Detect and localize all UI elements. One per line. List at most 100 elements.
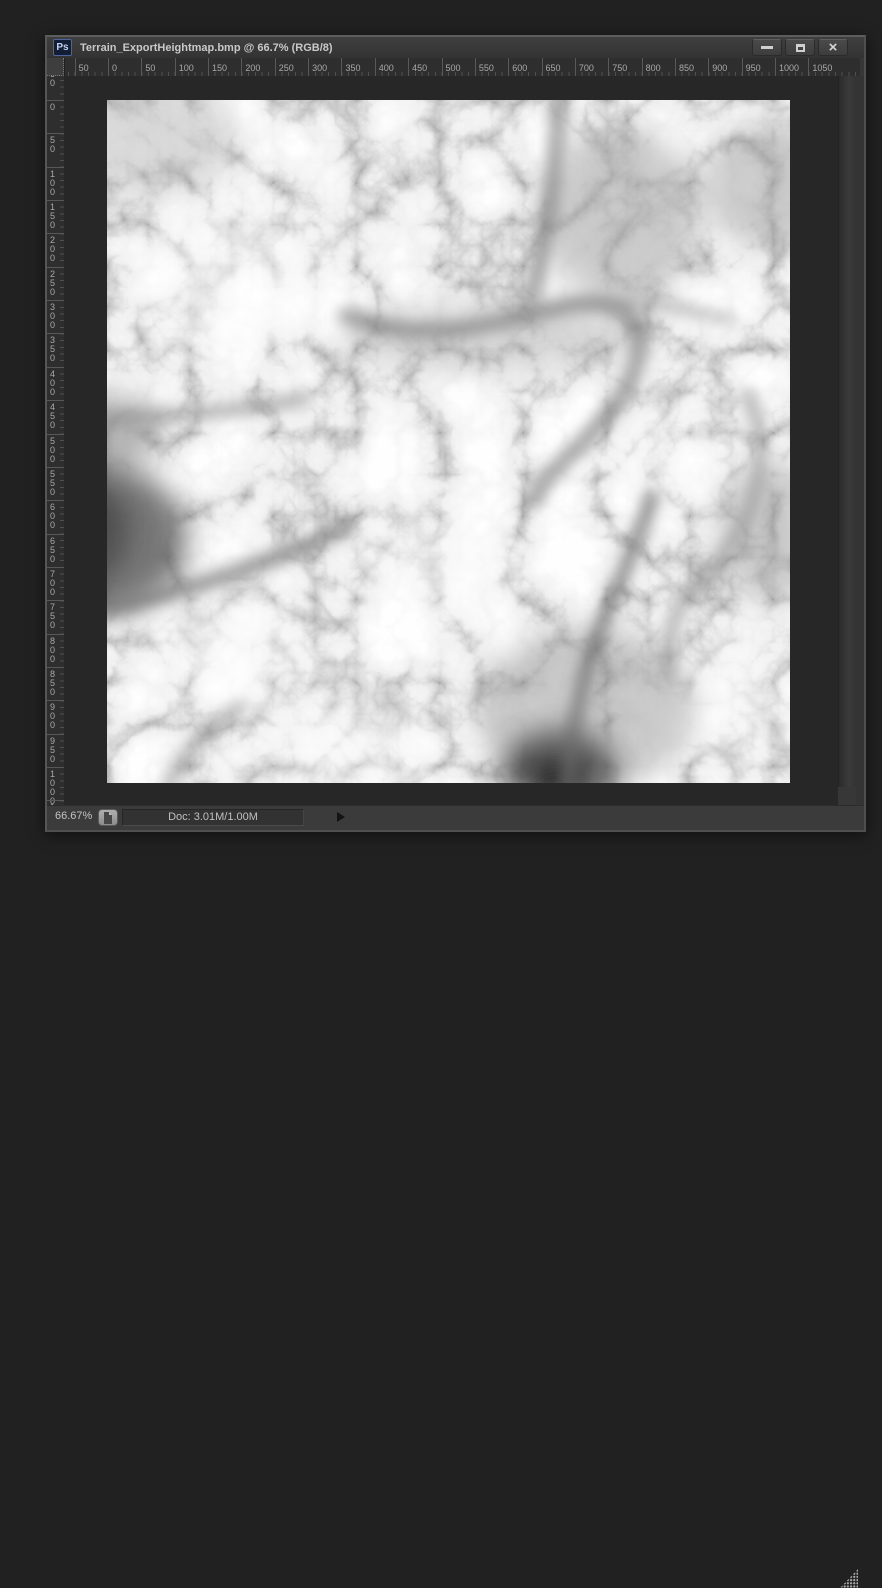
- ruler-major-tick: 50: [75, 58, 89, 76]
- ruler-major-tick: 550: [47, 467, 64, 497]
- ruler-origin-box[interactable]: [47, 58, 64, 76]
- ruler-tick-label: 450: [412, 63, 427, 73]
- ruler-tick-label: 350: [47, 334, 58, 363]
- ruler-major-tick: 700: [47, 567, 64, 597]
- ruler-tick-label: 950: [47, 735, 58, 764]
- ruler-major-tick: 100: [175, 58, 194, 76]
- ruler-tick-label: 300: [47, 301, 58, 330]
- ruler-major-tick: 0: [47, 100, 64, 112]
- ruler-major-tick: 350: [341, 58, 360, 76]
- ruler-tick-label: 200: [245, 63, 260, 73]
- ruler-tick-label: 500: [47, 435, 58, 464]
- ruler-major-tick: 650: [47, 534, 64, 564]
- ruler-tick-label: 1050: [812, 63, 832, 73]
- ruler-major-tick: 900: [47, 700, 64, 730]
- window-title: Terrain_ExportHeightmap.bmp @ 66.7% (RGB…: [80, 42, 333, 54]
- vertical-ruler[interactable]: 5005010015020025030035040045050055060065…: [47, 58, 65, 805]
- status-popup-arrow-icon[interactable]: [337, 812, 345, 822]
- window-content: Ps Terrain_ExportHeightmap.bmp @ 66.7% (…: [47, 37, 864, 830]
- ruler-major-tick: 550: [475, 58, 494, 76]
- doc-preview-button[interactable]: [98, 809, 118, 826]
- ruler-major-tick: 750: [47, 600, 64, 630]
- maximize-icon: [796, 44, 805, 52]
- ruler-tick-label: 950: [746, 63, 761, 73]
- ruler-tick-label: 50: [79, 63, 89, 73]
- ruler-tick-label: 50: [145, 63, 155, 73]
- ruler-major-tick: 200: [241, 58, 260, 76]
- ruler-tick-label: 650: [546, 63, 561, 73]
- ruler-tick-label: 0: [47, 101, 58, 112]
- maximize-button[interactable]: [785, 39, 815, 56]
- ruler-tick-label: 350: [345, 63, 360, 73]
- ruler-major-tick: 800: [642, 58, 661, 76]
- status-bar: 66.67% Doc: 3.01M/1.00M: [47, 805, 864, 830]
- ruler-major-tick: 600: [508, 58, 527, 76]
- canvas-pasteboard: [64, 76, 838, 805]
- ruler-tick-label: 200: [47, 234, 58, 263]
- ruler-tick-label: 750: [612, 63, 627, 73]
- ruler-major-tick: 150: [208, 58, 227, 76]
- ruler-tick-label: 150: [47, 201, 58, 230]
- window-controls: ×: [752, 39, 848, 56]
- ruler-tick-label: 250: [47, 268, 58, 297]
- ruler-tick-label: 50: [47, 134, 58, 154]
- ruler-major-tick: 0: [108, 58, 117, 76]
- document-size-field[interactable]: Doc: 3.01M/1.00M: [122, 809, 304, 826]
- ruler-major-tick: 750: [608, 58, 627, 76]
- ruler-major-tick: 650: [542, 58, 561, 76]
- ruler-tick-label: 0: [112, 63, 117, 73]
- ruler-major-tick: 700: [575, 58, 594, 76]
- ruler-major-tick: 300: [308, 58, 327, 76]
- zoom-level-field[interactable]: 66.67%: [55, 810, 92, 822]
- ruler-major-tick: 300: [47, 300, 64, 330]
- photoshop-document-window: Ps Terrain_ExportHeightmap.bmp @ 66.7% (…: [45, 35, 866, 832]
- ruler-major-tick: 950: [742, 58, 761, 76]
- ruler-tick-label: 400: [379, 63, 394, 73]
- ruler-tick-label: 100: [179, 63, 194, 73]
- ruler-major-tick: 150: [47, 200, 64, 230]
- close-icon: ×: [829, 40, 838, 55]
- ruler-tick-label: 450: [47, 401, 58, 430]
- ruler-tick-label: 550: [47, 468, 58, 497]
- ruler-tick-label: 800: [646, 63, 661, 73]
- ruler-tick-label: 550: [479, 63, 494, 73]
- window-titlebar[interactable]: Ps Terrain_ExportHeightmap.bmp @ 66.7% (…: [47, 37, 864, 58]
- minimize-button[interactable]: [752, 39, 782, 56]
- ruler-tick-label: 700: [579, 63, 594, 73]
- ruler-major-tick: 450: [408, 58, 427, 76]
- ruler-major-tick: 450: [47, 400, 64, 430]
- ruler-tick-label: 150: [212, 63, 227, 73]
- ruler-tick-label: 900: [712, 63, 727, 73]
- ruler-major-tick: 50: [141, 58, 155, 76]
- window-edge-strip: [856, 76, 864, 805]
- ruler-major-tick: 1000: [775, 58, 799, 76]
- ruler-tick-label: 300: [312, 63, 327, 73]
- ruler-major-tick: 350: [47, 333, 64, 363]
- ruler-tick-label: 600: [512, 63, 527, 73]
- ruler-major-tick: 400: [375, 58, 394, 76]
- ruler-tick-label: 1000: [779, 63, 799, 73]
- ruler-tick-label: 400: [47, 368, 58, 397]
- ruler-major-tick: 100: [47, 167, 64, 197]
- vertical-scrollbar-track[interactable]: [838, 76, 857, 787]
- ruler-tick-label: 100: [47, 168, 58, 197]
- ruler-major-tick: 50: [47, 133, 64, 154]
- ruler-tick-label: 850: [679, 63, 694, 73]
- ruler-major-tick: 800: [47, 634, 64, 664]
- ruler-tick-label: 900: [47, 701, 58, 730]
- ruler-major-tick: 850: [47, 667, 64, 697]
- ruler-major-tick: 1050: [808, 58, 832, 76]
- ruler-tick-label: 800: [47, 635, 58, 664]
- ruler-major-tick: 850: [675, 58, 694, 76]
- window-resize-grip[interactable]: [840, 1569, 858, 1588]
- horizontal-ruler[interactable]: 5005010015020025030035040045050055060065…: [47, 58, 860, 77]
- ruler-tick-label: 750: [47, 601, 58, 630]
- ruler-tick-label: 650: [47, 535, 58, 564]
- close-button[interactable]: ×: [818, 39, 848, 56]
- heightmap-document-canvas[interactable]: [107, 100, 790, 783]
- page-icon: [102, 811, 114, 825]
- ruler-tick-label: 600: [47, 501, 58, 530]
- ruler-major-tick: 400: [47, 367, 64, 397]
- ruler-major-tick: 1000: [47, 767, 64, 805]
- heightmap-image: [107, 100, 790, 783]
